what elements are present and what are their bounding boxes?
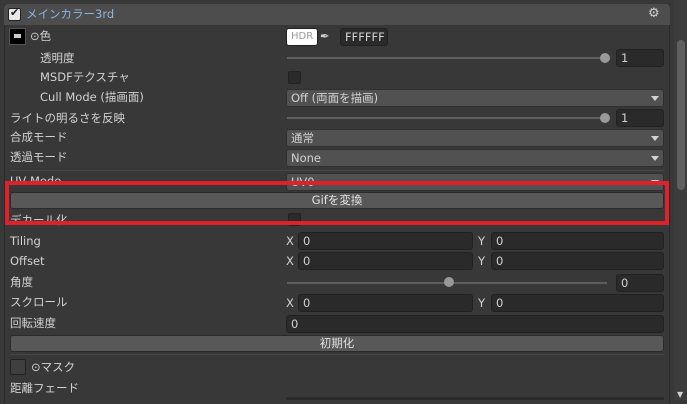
divider xyxy=(10,170,664,171)
light-input[interactable]: 1 xyxy=(616,109,664,127)
tiling-x-input[interactable]: 0 xyxy=(298,232,473,250)
hex-field[interactable]: FFFFFF xyxy=(340,28,388,46)
x-label: X xyxy=(286,254,294,268)
offset-label: Offset xyxy=(10,254,45,268)
texture-slot[interactable] xyxy=(9,28,26,45)
alphamode-value: None xyxy=(291,151,322,165)
cull-dropdown[interactable]: Off (両面を描画) xyxy=(286,89,664,107)
distfade-label: 距離フェード xyxy=(10,381,79,395)
eyedropper-icon[interactable]: ✒ xyxy=(320,27,330,45)
cull-label: Cull Mode (描画面) xyxy=(40,90,144,104)
offset-y-input[interactable]: 0 xyxy=(491,252,664,270)
alphamode-dropdown[interactable]: None xyxy=(286,149,664,167)
y-label: Y xyxy=(478,296,486,310)
blend-value: 通常 xyxy=(291,131,314,145)
scroll-down-icon[interactable]: ▼ xyxy=(677,386,683,404)
color-label: ⊙色 xyxy=(30,29,52,43)
msdf-checkbox[interactable] xyxy=(288,71,301,84)
mask-label: ⊙マスク xyxy=(31,360,76,374)
angle-label: 角度 xyxy=(10,275,33,289)
msdf-label: MSDFテクスチャ xyxy=(40,70,130,84)
gear-icon[interactable]: ⚙ xyxy=(648,5,660,23)
x-label: X xyxy=(286,296,294,310)
angle-input[interactable]: 0 xyxy=(616,274,664,292)
highlight-box xyxy=(5,181,669,225)
scroll-x-input[interactable]: 0 xyxy=(298,294,473,312)
reset-button[interactable]: 初期化 xyxy=(10,335,664,352)
x-label: X xyxy=(286,234,294,248)
y-label: Y xyxy=(478,254,486,268)
tiling-label: Tiling xyxy=(10,234,41,248)
mask-texture-slot[interactable] xyxy=(10,359,26,375)
blend-dropdown[interactable]: 通常 xyxy=(286,129,664,147)
rotate-label: 回転速度 xyxy=(10,316,56,330)
y-label: Y xyxy=(478,234,486,248)
rotate-input[interactable]: 0 xyxy=(286,315,664,333)
light-slider[interactable] xyxy=(287,117,607,119)
scroll-label: スクロール xyxy=(10,295,68,309)
image-icon xyxy=(14,34,21,38)
angle-slider-handle[interactable] xyxy=(444,277,454,287)
alpha-slider-handle[interactable] xyxy=(600,53,610,63)
check-icon: ✔ xyxy=(10,6,20,19)
cull-value: Off (両面を描画) xyxy=(291,91,379,105)
blend-label: 合成モード xyxy=(10,130,68,144)
section-title: メインカラー3rd xyxy=(26,7,115,21)
dropdown-arrow-icon xyxy=(651,96,659,101)
scroll-y-input[interactable]: 0 xyxy=(491,294,664,312)
enable-checkbox[interactable]: ✔ xyxy=(8,6,21,21)
dropdown-arrow-icon xyxy=(651,156,659,161)
alpha-label: 透明度 xyxy=(40,51,75,65)
alphamode-label: 透過モード xyxy=(10,150,68,164)
alpha-slider[interactable] xyxy=(287,57,607,59)
tiling-y-input[interactable]: 0 xyxy=(491,232,664,250)
light-label: ライトの明るさを反映 xyxy=(10,111,125,125)
scrollbar-thumb[interactable] xyxy=(677,40,685,190)
dropdown-arrow-icon xyxy=(651,136,659,141)
light-slider-handle[interactable] xyxy=(600,113,610,123)
offset-x-input[interactable]: 0 xyxy=(298,252,473,270)
section-header: ✔ メインカラー3rd ⚙ xyxy=(4,4,670,25)
divider xyxy=(10,354,664,355)
hdr-color-field[interactable]: HDR xyxy=(286,28,318,46)
alpha-input[interactable]: 1 xyxy=(616,49,664,67)
